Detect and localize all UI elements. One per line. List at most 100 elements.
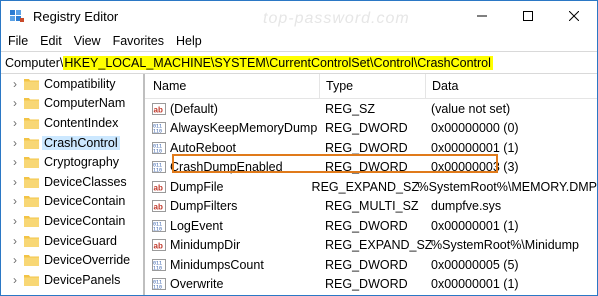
value-row-default[interactable]: ab (Default) REG_SZ (value not set): [145, 99, 597, 119]
chevron-right-icon[interactable]: ›: [8, 96, 22, 110]
tree-item[interactable]: › DevicePanels: [1, 270, 143, 290]
svg-text:110: 110: [153, 226, 162, 232]
chevron-right-icon[interactable]: ›: [8, 116, 22, 130]
svg-text:ab: ab: [154, 242, 163, 251]
value-row-logevent[interactable]: 011 110 LogEvent REG_DWORD 0x00000001 (1): [145, 216, 597, 236]
tree-item[interactable]: › DeviceContain: [1, 211, 143, 231]
registry-editor-window: Registry Editor top-password.com File Ed…: [0, 0, 598, 296]
column-header-name[interactable]: Name: [145, 74, 320, 98]
tree-item[interactable]: › DeviceContain: [1, 192, 143, 212]
tree-item-label: DeviceOverride: [44, 253, 131, 268]
value-row-dumpfile[interactable]: ab DumpFile REG_EXPAND_SZ %SystemRoot%\ME…: [145, 177, 597, 197]
close-button[interactable]: [551, 1, 597, 31]
value-name: MinidumpDir: [170, 238, 241, 253]
address-prefix: Computer\: [5, 55, 64, 70]
folder-icon: [24, 78, 39, 90]
value-data: (value not set): [431, 101, 511, 116]
binary-value-icon: 011 110: [152, 141, 166, 155]
folder-icon: [24, 195, 39, 208]
chevron-right-icon[interactable]: ›: [8, 175, 22, 189]
value-name: Overwrite: [170, 277, 224, 292]
column-header-data[interactable]: Data: [426, 74, 458, 98]
tree-item[interactable]: › DeviceGuard: [1, 231, 143, 251]
tree-item-label: Compatibility: [44, 76, 116, 91]
menu-view[interactable]: View: [68, 34, 107, 48]
window-controls: [459, 1, 597, 31]
main-content: › Compatibility › ComputerNam › ContentI…: [1, 74, 597, 295]
key-tree-pane[interactable]: › Compatibility › ComputerNam › ContentI…: [1, 74, 145, 295]
chevron-right-icon[interactable]: ›: [8, 234, 22, 248]
folder-icon: [24, 117, 39, 129]
chevron-right-icon[interactable]: ›: [8, 214, 22, 228]
tree-item[interactable]: › DeviceClasses: [1, 172, 143, 192]
value-type: REG_DWORD: [325, 277, 408, 292]
column-header-type[interactable]: Type: [320, 74, 426, 98]
menu-file[interactable]: File: [1, 34, 34, 48]
minimize-button[interactable]: [459, 1, 505, 31]
tree-item[interactable]: › Cryptography: [1, 152, 143, 172]
tree-item-label: DeviceClasses: [44, 174, 127, 189]
value-row-dumpfilters[interactable]: ab DumpFilters REG_MULTI_SZ dumpfve.sys: [145, 197, 597, 217]
chevron-right-icon[interactable]: ›: [8, 194, 22, 208]
tree-item[interactable]: › Compatibility: [1, 74, 143, 94]
value-type: REG_DWORD: [325, 121, 408, 136]
chevron-right-icon[interactable]: ›: [8, 77, 22, 91]
tree-item-label: DeviceContain: [44, 194, 126, 209]
value-name: LogEvent: [170, 218, 223, 233]
maximize-icon: [523, 11, 533, 21]
value-row-crashdumpenabled[interactable]: 011 110 CrashDumpEnabled REG_DWORD 0x00000…: [145, 158, 597, 178]
binary-value-icon: 011 110: [152, 258, 166, 272]
tree-item[interactable]: › ContentIndex: [1, 113, 143, 133]
svg-text:ab: ab: [154, 203, 163, 212]
maximize-button[interactable]: [505, 1, 551, 31]
value-name: DumpFile: [170, 179, 224, 194]
menu-help[interactable]: Help: [170, 34, 208, 48]
value-type: REG_DWORD: [325, 218, 408, 233]
value-type: REG_DWORD: [325, 257, 408, 272]
value-data: 0x00000005 (5): [431, 257, 519, 272]
value-type: REG_EXPAND_SZ: [311, 179, 419, 194]
watermark: top-password.com: [263, 10, 410, 27]
value-name: AutoReboot: [170, 140, 237, 155]
folder-icon: [24, 137, 39, 149]
tree-item-label: DeviceGuard: [44, 233, 117, 248]
folder-icon: [24, 215, 39, 227]
tree-item-label: Cryptography: [44, 155, 120, 170]
address-bar[interactable]: Computer\ HKEY_LOCAL_MACHINE\SYSTEM\Curre…: [1, 51, 597, 74]
string-value-icon: ab: [152, 238, 166, 252]
folder-icon: [24, 254, 39, 267]
chevron-right-icon[interactable]: ›: [8, 136, 22, 150]
address-path: HKEY_LOCAL_MACHINE\SYSTEM\CurrentControl…: [63, 55, 493, 70]
chevron-right-icon[interactable]: ›: [8, 155, 22, 169]
registry-editor-app-icon: [9, 8, 25, 24]
value-row-minidumpdir[interactable]: ab MinidumpDir REG_EXPAND_SZ %SystemRoot%…: [145, 236, 597, 256]
menu-edit[interactable]: Edit: [34, 34, 68, 48]
menu-favorites[interactable]: Favorites: [107, 34, 170, 48]
tree-item-label: CrashControl: [42, 135, 120, 150]
chevron-right-icon[interactable]: ›: [8, 273, 22, 287]
value-row-minidumpscount[interactable]: 011 110 MinidumpsCount REG_DWORD 0x0000000…: [145, 255, 597, 275]
value-name: MinidumpsCount: [170, 257, 264, 272]
tree-item-label: DevicePanels: [44, 272, 121, 287]
chevron-right-icon[interactable]: ›: [8, 253, 22, 267]
title-bar[interactable]: Registry Editor top-password.com: [1, 1, 597, 31]
svg-text:110: 110: [153, 265, 162, 271]
folder-icon: [24, 274, 39, 286]
value-row-alwayskeepmemorydump[interactable]: 011 110 AlwaysKeepMemoryDump REG_DWORD 0x0…: [145, 119, 597, 139]
value-row-autoreboot[interactable]: 011 110 AutoReboot REG_DWORD 0x00000001 (1…: [145, 138, 597, 158]
svg-text:ab: ab: [154, 105, 163, 114]
folder-icon: [24, 97, 39, 110]
value-type: REG_DWORD: [325, 160, 408, 175]
folder-icon: [24, 176, 39, 188]
tree-item[interactable]: › ComputerNam: [1, 94, 143, 114]
close-icon: [569, 11, 579, 21]
string-value-icon: ab: [152, 102, 166, 116]
svg-text:110: 110: [153, 285, 162, 291]
value-name: CrashDumpEnabled: [170, 160, 283, 175]
tree-item-crashcontrol[interactable]: › CrashControl: [1, 133, 143, 153]
values-pane[interactable]: Name Type Data ab (Default) REG_SZ (value…: [145, 74, 597, 295]
value-row-overwrite[interactable]: 011 110 Overwrite REG_DWORD 0x00000001 (1): [145, 275, 597, 295]
tree-item-label: ComputerNam: [44, 96, 126, 111]
tree-item[interactable]: › DeviceOverride: [1, 250, 143, 270]
value-type: REG_MULTI_SZ: [325, 199, 419, 214]
